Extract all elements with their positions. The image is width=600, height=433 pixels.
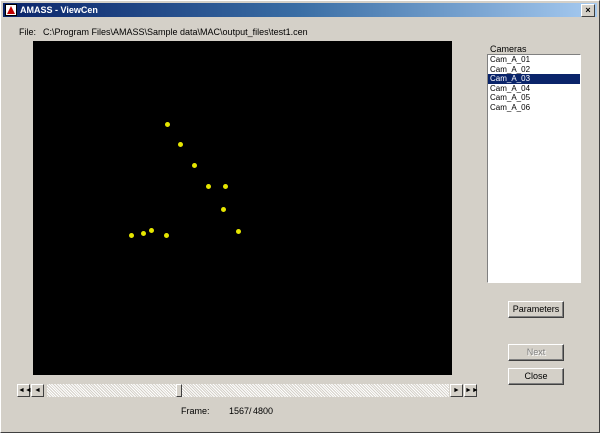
centroid-marker (149, 228, 154, 233)
frame-scrollbar[interactable]: ◄◄ ◄ ► ►► (17, 384, 479, 399)
camera-item[interactable]: Cam_A_01 (488, 55, 580, 65)
frame-separator: / (249, 406, 252, 416)
first-frame-button[interactable]: ◄◄ (17, 384, 32, 397)
centroid-viewport[interactable] (33, 41, 452, 375)
centroid-marker (178, 142, 183, 147)
centroid-marker (223, 184, 228, 189)
frame-total: 4800 (253, 406, 274, 416)
last-frame-button[interactable]: ►► (464, 384, 479, 397)
camera-item[interactable]: Cam_A_05 (488, 93, 580, 103)
centroid-marker (236, 229, 241, 234)
centroid-marker (129, 233, 134, 238)
camera-item[interactable]: Cam_A_04 (488, 84, 580, 94)
centroid-marker (221, 207, 226, 212)
close-button[interactable]: Close (508, 368, 564, 385)
frame-label: Frame: (181, 406, 210, 416)
frame-current: 1567 (228, 406, 249, 416)
centroid-marker (164, 233, 169, 238)
camera-item[interactable]: Cam_A_02 (488, 65, 580, 75)
file-path: C:\Program Files\AMASS\Sample data\MAC\o… (43, 27, 308, 37)
cameras-label: Cameras (490, 44, 527, 54)
window-close-button[interactable]: × (581, 4, 595, 17)
camera-item[interactable]: Cam_A_06 (488, 103, 580, 113)
viewcen-window: AMASS - ViewCen × File: C:\Program Files… (0, 0, 600, 433)
next-frame-button[interactable]: ► (450, 384, 463, 397)
app-icon (5, 4, 17, 16)
scroll-thumb[interactable] (176, 384, 183, 397)
next-button[interactable]: Next (508, 344, 564, 361)
camera-item-selected[interactable]: Cam_A_03 (488, 74, 580, 84)
parameters-button[interactable]: Parameters (508, 301, 564, 318)
centroid-marker (206, 184, 211, 189)
file-label: File: (19, 27, 37, 37)
centroid-marker (165, 122, 170, 127)
scroll-track[interactable] (47, 384, 449, 397)
centroid-marker (192, 163, 197, 168)
centroid-marker (141, 231, 146, 236)
prev-frame-button[interactable]: ◄ (31, 384, 44, 397)
title-bar[interactable]: AMASS - ViewCen × (3, 3, 597, 17)
window-title: AMASS - ViewCen (20, 5, 98, 15)
cameras-list[interactable]: Cam_A_01 Cam_A_02 Cam_A_03 Cam_A_04 Cam_… (487, 54, 581, 283)
